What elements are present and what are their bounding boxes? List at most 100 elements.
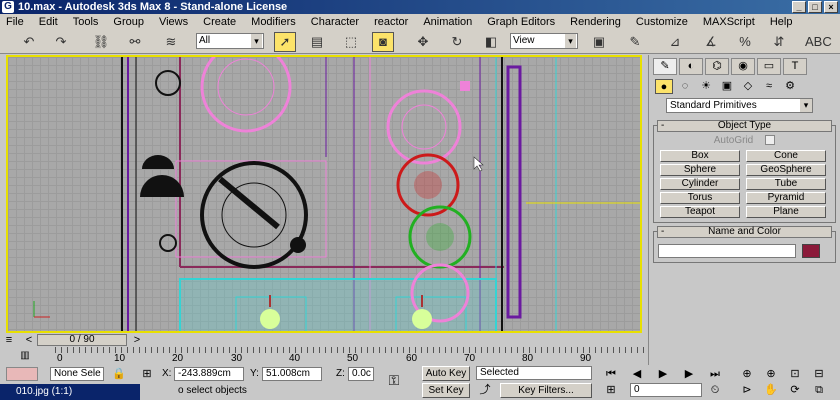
zoom-extents-icon[interactable]: ⊡ [788, 367, 802, 381]
cameras-icon[interactable]: ▣ [718, 79, 736, 94]
create-tab-icon[interactable]: ✎ [653, 58, 677, 75]
minimize-icon[interactable]: _ [792, 1, 806, 13]
plane-button[interactable]: Plane [746, 206, 826, 218]
taskbar-item[interactable]: 010.jpg (1:1) [0, 384, 140, 400]
geometry-icon[interactable]: ● [655, 79, 673, 94]
bind-space-warp-icon[interactable]: ≋ [160, 32, 182, 52]
object-name-field[interactable] [658, 244, 796, 258]
tangent-icon[interactable]: ⤴ [478, 383, 492, 397]
spinner-snap-icon[interactable]: ⇵ [768, 32, 790, 52]
named-selection-icon[interactable]: ABC [804, 32, 832, 52]
timeline-ruler[interactable]: ▥ 0 10 20 30 40 50 60 70 80 90 [0, 347, 648, 365]
set-key-button[interactable]: Set Key [422, 383, 470, 398]
shapes-icon[interactable]: ◌ [676, 79, 694, 94]
prev-frame-icon[interactable]: < [22, 333, 36, 347]
cylinder-button[interactable]: Cylinder [660, 178, 740, 190]
pyramid-button[interactable]: Pyramid [746, 192, 826, 204]
box-button[interactable]: Box [660, 150, 740, 162]
select-object-icon[interactable]: ➚ [274, 32, 296, 52]
helpers-icon[interactable]: ◇ [739, 79, 757, 94]
menu-file[interactable]: File [6, 14, 24, 30]
y-coordinate-field[interactable]: 51.008cm [262, 367, 322, 381]
rectangular-selection-icon[interactable]: ⬚ [340, 32, 362, 52]
select-rotate-icon[interactable]: ↻ [446, 32, 468, 52]
lights-icon[interactable]: ☀ [697, 79, 715, 94]
close-icon[interactable]: × [824, 1, 838, 13]
percent-snap-icon[interactable]: % [734, 32, 756, 52]
field-of-view-icon[interactable]: ⊳ [740, 383, 754, 397]
zoom-icon[interactable]: ⊕ [740, 367, 754, 381]
3ds-max-icon[interactable]: G [2, 1, 14, 13]
menu-graph-editors[interactable]: Graph Editors [487, 14, 555, 30]
menu-group[interactable]: Group [113, 14, 144, 30]
undo-icon[interactable]: ↶ [18, 32, 40, 52]
cone-button[interactable]: Cone [746, 150, 826, 162]
maximize-viewport-icon[interactable]: ⧉ [812, 383, 826, 397]
menu-reactor[interactable]: reactor [374, 14, 408, 30]
max-listener-box[interactable] [6, 367, 38, 381]
select-by-name-icon[interactable]: ▤ [306, 32, 328, 52]
pan-icon[interactable]: ✋ [764, 383, 778, 397]
name-color-header[interactable]: - Name and Color [657, 226, 832, 238]
time-config-icon[interactable]: ⏲ [708, 383, 722, 397]
motion-tab-icon[interactable]: ◉ [731, 58, 755, 75]
next-frame-icon[interactable]: > [130, 333, 144, 347]
menu-tools[interactable]: Tools [73, 14, 99, 30]
display-tab-icon[interactable]: ▭ [757, 58, 781, 75]
redo-icon[interactable]: ↷ [50, 32, 72, 52]
lock-selection-icon[interactable]: 🔒 [112, 367, 126, 381]
menu-edit[interactable]: Edit [39, 14, 58, 30]
current-frame-field[interactable]: 0 [630, 383, 702, 397]
play-icon[interactable]: ▶ [656, 367, 670, 381]
arc-rotate-icon[interactable]: ⟳ [788, 383, 802, 397]
zoom-all-icon[interactable]: ⊕ [764, 367, 778, 381]
go-to-start-icon[interactable]: ⏮ [604, 367, 618, 381]
select-move-icon[interactable]: ✥ [412, 32, 434, 52]
sphere-button[interactable]: Sphere [660, 164, 740, 176]
object-color-swatch[interactable] [802, 244, 820, 258]
menu-create[interactable]: Create [203, 14, 236, 30]
auto-key-button[interactable]: Auto Key [422, 366, 470, 381]
top-viewport[interactable] [6, 55, 642, 333]
key-filters-button[interactable]: Key Filters... [500, 383, 592, 398]
window-crossing-icon[interactable]: ◙ [372, 32, 394, 52]
menu-modifiers[interactable]: Modifiers [251, 14, 296, 30]
utilities-tab-icon[interactable]: T [783, 58, 807, 75]
maximize-icon[interactable]: □ [808, 1, 822, 13]
geosphere-button[interactable]: GeoSphere [746, 164, 826, 176]
object-type-header[interactable]: - Object Type [657, 120, 832, 132]
menu-customize[interactable]: Customize [636, 14, 688, 30]
menu-animation[interactable]: Animation [423, 14, 472, 30]
track-view-icon[interactable]: ≡ [2, 333, 16, 347]
angle-snap-icon[interactable]: ∡ [700, 32, 722, 52]
tube-button[interactable]: Tube [746, 178, 826, 190]
selection-filter-dropdown[interactable]: All [196, 33, 264, 49]
menu-character[interactable]: Character [311, 14, 359, 30]
menu-help[interactable]: Help [770, 14, 793, 30]
reference-coordinate-dropdown[interactable]: View [510, 33, 578, 49]
hierarchy-tab-icon[interactable]: ⌬ [705, 58, 729, 75]
select-manipulate-icon[interactable]: ✎ [624, 32, 646, 52]
key-icon[interactable]: ⚿ [382, 373, 406, 387]
x-coordinate-field[interactable]: -243.889cm [174, 367, 244, 381]
pivot-center-icon[interactable]: ▣ [588, 32, 610, 52]
previous-key-icon[interactable]: ◀ [630, 367, 644, 381]
zoom-extents-all-icon[interactable]: ⊟ [812, 367, 826, 381]
snap-toggle-icon[interactable]: ⊿ [664, 32, 686, 52]
systems-icon[interactable]: ⚙ [781, 79, 799, 94]
next-key-icon[interactable]: ▶ [682, 367, 696, 381]
time-slider[interactable]: 0 / 90 [37, 334, 127, 346]
torus-button[interactable]: Torus [660, 192, 740, 204]
primitive-category-dropdown[interactable]: Standard Primitives [666, 98, 813, 113]
select-link-icon[interactable]: ⛓ [90, 32, 112, 52]
absolute-mode-icon[interactable]: ⊞ [140, 367, 154, 381]
z-coordinate-field[interactable]: 0.0c [348, 367, 374, 381]
unlink-icon[interactable]: ⚯ [124, 32, 146, 52]
go-to-end-icon[interactable]: ⏭ [708, 367, 722, 381]
filmstrip-icon[interactable]: ▥ [18, 349, 32, 363]
menu-rendering[interactable]: Rendering [570, 14, 621, 30]
key-mode-dropdown[interactable]: Selected [476, 366, 592, 380]
menu-maxscript[interactable]: MAXScript [703, 14, 755, 30]
modify-tab-icon[interactable]: ◐ [679, 58, 703, 75]
teapot-button[interactable]: Teapot [660, 206, 740, 218]
